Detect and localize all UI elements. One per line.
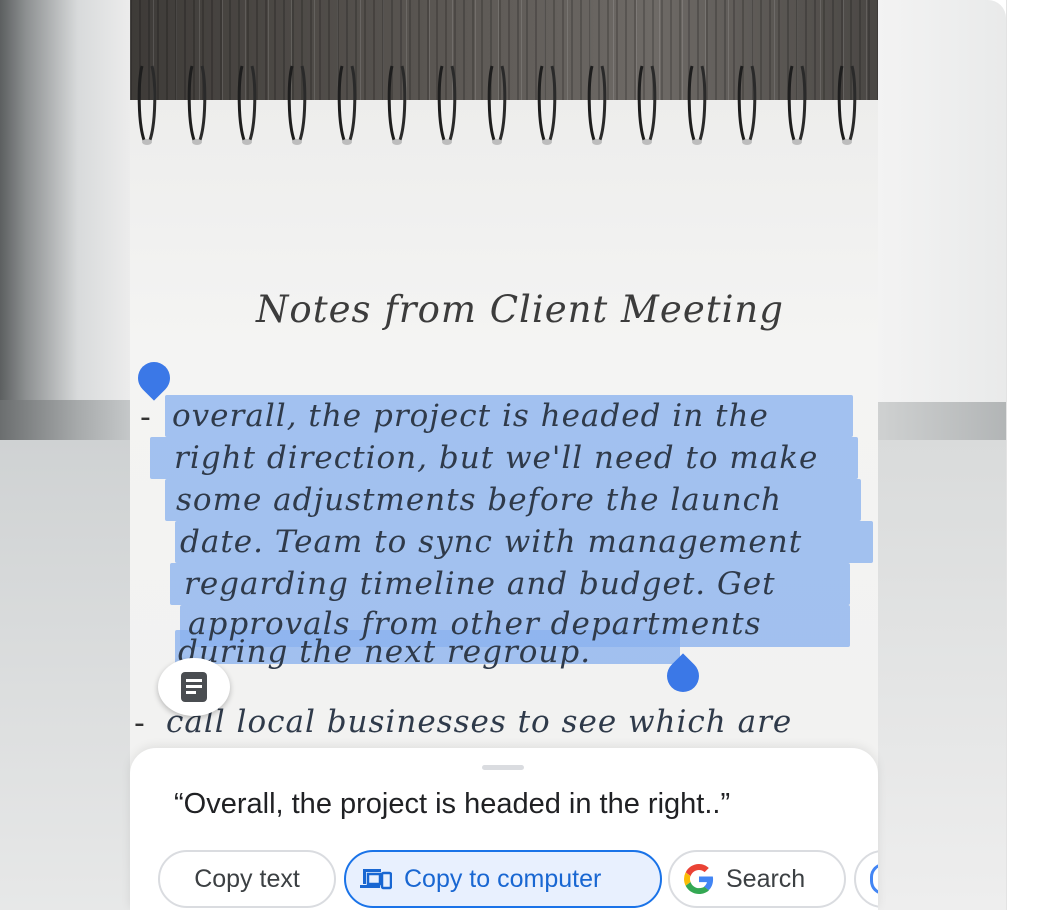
spiral-ring	[436, 62, 458, 148]
spiral-ring	[136, 62, 158, 148]
more-actions-icon	[870, 863, 878, 895]
note-line[interactable]: date. Team to sync with management	[180, 524, 802, 560]
bullet-dash: -	[140, 400, 151, 435]
google-g-icon	[684, 864, 714, 894]
spiral-ring	[336, 62, 358, 148]
note-line[interactable]: regarding timeline and budget. Get	[184, 566, 776, 602]
more-actions-chip[interactable]	[854, 850, 878, 908]
copy-text-button[interactable]: Copy text	[158, 850, 336, 908]
spiral-ring	[786, 62, 808, 148]
spiral-ring	[686, 62, 708, 148]
devices-icon	[360, 866, 392, 892]
search-button[interactable]: Search	[668, 850, 846, 908]
background-right	[878, 0, 1006, 910]
spiral-ring	[186, 62, 208, 148]
lens-bottom-sheet: “Overall, the project is headed in the r…	[130, 748, 878, 910]
document-button[interactable]	[158, 658, 230, 716]
note-line[interactable]: overall, the project is headed in the	[172, 398, 769, 434]
search-label: Search	[726, 864, 806, 893]
note-line[interactable]: right direction, but we'll need to make	[174, 440, 818, 476]
note-line[interactable]: during the next regroup.	[178, 634, 591, 670]
spiral-ring	[536, 62, 558, 148]
page-edge	[1006, 0, 1040, 910]
spiral-ring	[286, 62, 308, 148]
bullet-dash: -	[134, 706, 145, 741]
spiral-ring	[386, 62, 408, 148]
note-line: call local businesses to see which are	[166, 704, 793, 740]
selected-text-preview: “Overall, the project is headed in the r…	[174, 788, 731, 820]
copy-text-label: Copy text	[194, 864, 300, 893]
copy-to-computer-button[interactable]: Copy to computer	[344, 850, 662, 908]
spiral-binding	[130, 62, 878, 158]
drag-handle[interactable]	[482, 765, 524, 770]
document-icon	[181, 672, 207, 702]
note-line[interactable]: some adjustments before the launch	[176, 482, 782, 518]
background-left	[0, 0, 130, 910]
spiral-ring	[486, 62, 508, 148]
note-title: Notes from Client Meeting	[256, 288, 784, 331]
spiral-ring	[636, 62, 658, 148]
copy-to-computer-label: Copy to computer	[404, 864, 602, 893]
spiral-ring	[586, 62, 608, 148]
spiral-ring	[736, 62, 758, 148]
spiral-ring	[836, 62, 858, 148]
spiral-ring	[236, 62, 258, 148]
